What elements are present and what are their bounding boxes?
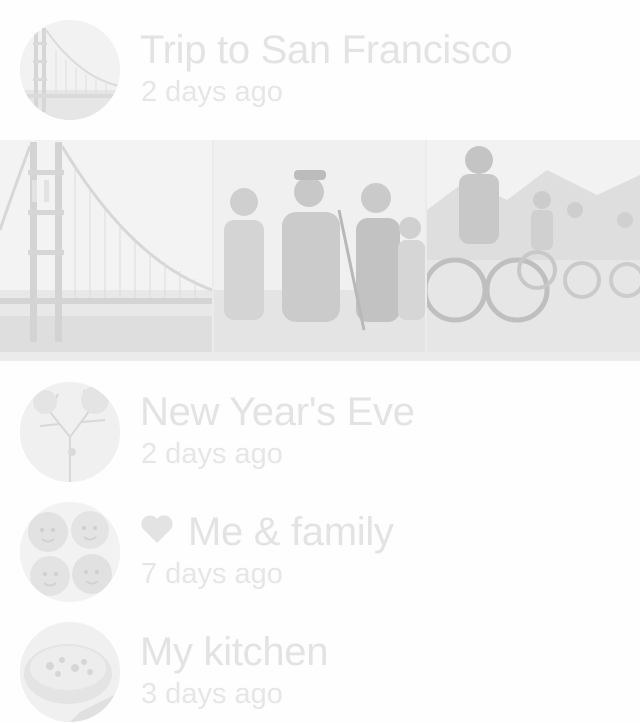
- album-item-me-and-family[interactable]: Me & family 7 days ago: [0, 502, 640, 612]
- album-title: My kitchen: [140, 630, 329, 674]
- album-item-new-years-eve[interactable]: New Year's Eve 2 days ago: [0, 382, 640, 492]
- album-list: Trip to San Francisco 2 days ago New Yea…: [0, 0, 640, 723]
- album-thumbnail[interactable]: [20, 622, 120, 722]
- golden-gate-bridge-icon: [20, 20, 120, 120]
- album-date: 2 days ago: [141, 438, 283, 470]
- tree-branches-icon: [20, 382, 120, 482]
- photo-golden-gate-bridge[interactable]: [0, 140, 212, 352]
- photo-hiking-group[interactable]: [214, 140, 425, 352]
- album-title: Trip to San Francisco: [140, 28, 513, 72]
- album-date: 7 days ago: [141, 558, 283, 590]
- photo-strip: [0, 140, 640, 361]
- album-thumbnail[interactable]: [20, 20, 120, 120]
- album-date: 2 days ago: [141, 76, 283, 108]
- album-date: 3 days ago: [141, 678, 283, 710]
- soup-bowl-icon: [20, 622, 120, 722]
- album-title-text: Me & family: [188, 510, 394, 554]
- album-item-my-kitchen[interactable]: My kitchen 3 days ago: [0, 622, 640, 723]
- heart-icon: [140, 509, 174, 553]
- photo-mountain-bikers[interactable]: [427, 140, 640, 352]
- album-title: Me & family: [140, 510, 394, 556]
- album-item-trip-to-san-francisco[interactable]: Trip to San Francisco 2 days ago: [0, 20, 640, 130]
- album-title: New Year's Eve: [140, 390, 415, 434]
- album-thumbnail[interactable]: [20, 382, 120, 482]
- album-thumbnail[interactable]: [20, 502, 120, 602]
- family-faces-icon: [20, 502, 120, 602]
